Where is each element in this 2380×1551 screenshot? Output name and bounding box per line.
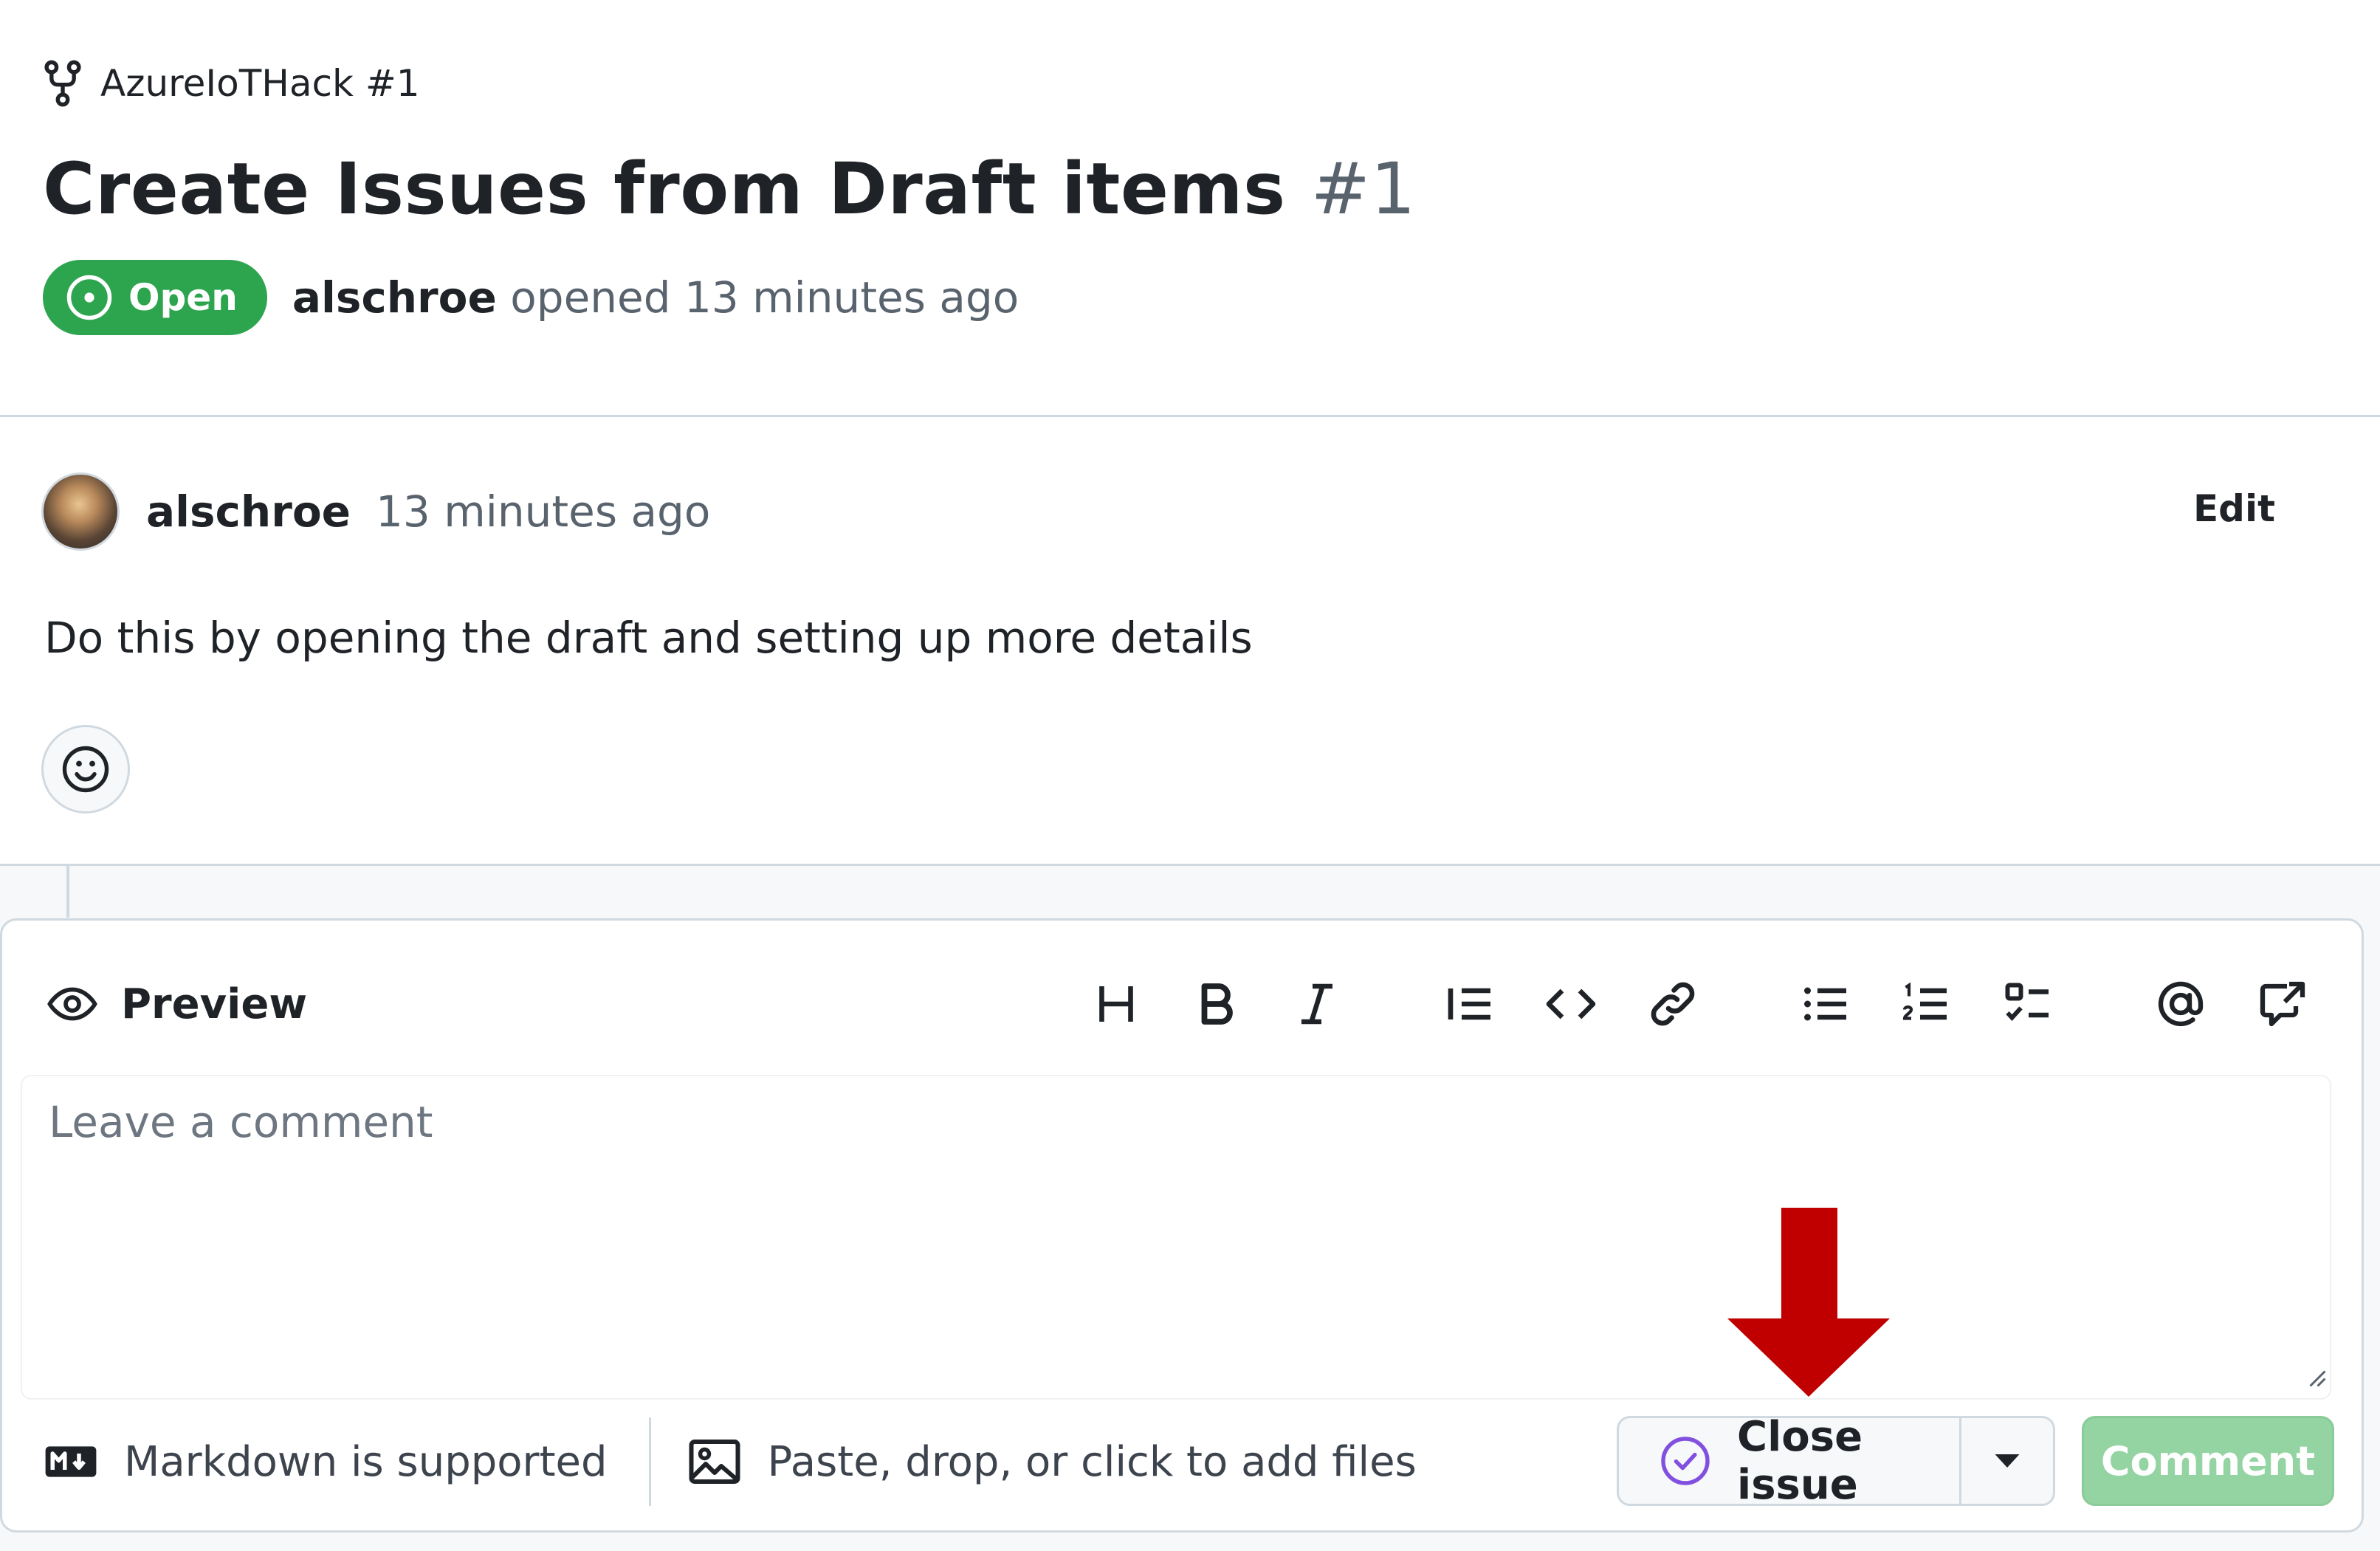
issue-author-link[interactable]: alschroe <box>292 272 497 323</box>
comment-textarea-container <box>21 1075 2331 1400</box>
eye-icon <box>46 977 99 1031</box>
comment-header: alschroe 13 minutes ago <box>41 472 710 551</box>
status-label: Open <box>128 276 238 319</box>
image-icon <box>688 1438 741 1485</box>
smiley-icon <box>59 743 112 796</box>
attach-note: Paste, drop, or click to add files <box>767 1437 1417 1486</box>
bulleted-list-button[interactable] <box>1794 971 1859 1036</box>
code-icon <box>1544 977 1597 1031</box>
repo-breadcrumb[interactable]: AzureIoTHack #1 <box>43 56 420 111</box>
task-list-icon <box>2002 977 2055 1031</box>
comment-author-link[interactable]: alschroe <box>146 486 351 537</box>
numbered-list-button[interactable] <box>1894 971 1959 1036</box>
annotation-arrow-icon <box>1727 1208 1890 1400</box>
avatar[interactable] <box>41 472 120 551</box>
page-title: Create Issues from Draft items #1 <box>43 148 1416 230</box>
cross-reference-icon <box>2256 977 2309 1031</box>
italic-icon <box>1290 977 1344 1031</box>
close-issue-options-button[interactable] <box>1961 1418 2053 1504</box>
task-list-button[interactable] <box>1996 971 2061 1036</box>
issue-title: Create Issues from Draft items <box>43 148 1286 230</box>
issue-number: #1 <box>1310 148 1417 230</box>
preview-label: Preview <box>121 980 308 1028</box>
bulleted-list-icon <box>1800 977 1853 1031</box>
triangle-down-icon <box>1994 1453 2020 1469</box>
preview-tab[interactable]: Preview <box>46 974 307 1034</box>
close-issue-label: Close issue <box>1737 1413 1863 1509</box>
quote-icon <box>1444 977 1497 1031</box>
resize-handle-icon[interactable] <box>2305 1366 2327 1388</box>
header-divider <box>0 415 2380 417</box>
link-button[interactable] <box>1640 971 1705 1036</box>
composer-footer: Markdown is supported Paste, drop, or cl… <box>44 1417 1417 1506</box>
markdown-help-link[interactable]: Markdown is supported <box>44 1438 608 1486</box>
link-icon <box>1646 977 1699 1031</box>
close-issue-button-group: Close issue <box>1617 1413 2055 1509</box>
add-reaction-button[interactable] <box>41 725 130 814</box>
markdown-icon <box>44 1445 97 1478</box>
opened-meta: alschroe opened 13 minutes ago <box>292 272 1019 323</box>
attach-files-area[interactable]: Paste, drop, or click to add files <box>688 1438 1417 1486</box>
mention-icon <box>2154 977 2207 1031</box>
cross-reference-button[interactable] <box>2250 971 2315 1036</box>
edit-button[interactable]: Edit <box>2193 487 2275 530</box>
opened-time: opened 13 minutes ago <box>510 272 1019 323</box>
comment-button[interactable]: Comment <box>2082 1416 2334 1506</box>
issue-status-row: Open alschroe opened 13 minutes ago <box>43 260 1019 335</box>
repo-fork-icon <box>43 60 83 107</box>
italic-button[interactable] <box>1284 971 1349 1036</box>
close-issue-button[interactable]: Close issue <box>1619 1413 1961 1509</box>
repo-name[interactable]: AzureIoTHack #1 <box>100 62 420 105</box>
code-button[interactable] <box>1538 971 1603 1036</box>
comment-textarea[interactable] <box>47 1096 2294 1379</box>
timeline-connector <box>66 866 69 918</box>
mention-button[interactable] <box>2148 971 2213 1036</box>
bold-button[interactable] <box>1184 971 1249 1036</box>
heading-button[interactable] <box>1084 971 1149 1036</box>
issue-opened-icon <box>65 273 114 322</box>
footer-divider <box>648 1417 651 1506</box>
heading-icon <box>1090 977 1143 1031</box>
issue-closed-icon <box>1659 1434 1712 1488</box>
numbered-list-icon <box>1900 977 1953 1031</box>
quote-button[interactable] <box>1438 971 1503 1036</box>
markdown-note: Markdown is supported <box>124 1437 608 1486</box>
comment-timestamp[interactable]: 13 minutes ago <box>376 486 710 537</box>
bold-icon <box>1190 977 1243 1031</box>
comment-body: Do this by opening the draft and setting… <box>44 613 1253 663</box>
status-badge: Open <box>43 260 267 335</box>
